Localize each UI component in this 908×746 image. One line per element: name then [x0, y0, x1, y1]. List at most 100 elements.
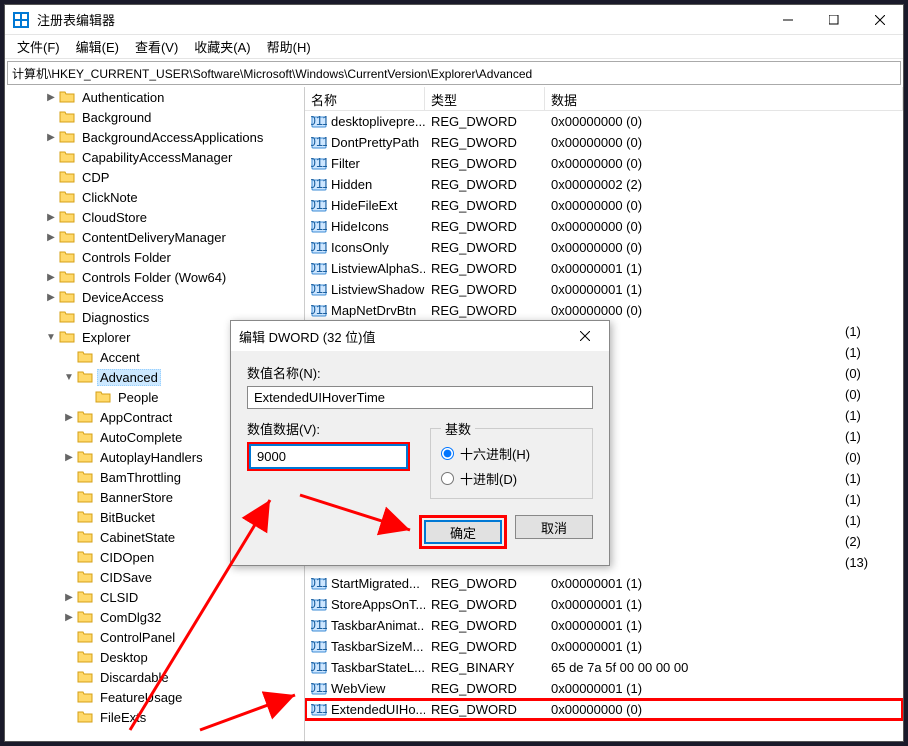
tree-expander[interactable]: [43, 149, 59, 165]
tree-item[interactable]: FileExts: [5, 707, 304, 727]
folder-icon: [77, 429, 93, 445]
tree-expander[interactable]: [43, 249, 59, 265]
dword-icon: 011: [311, 660, 327, 676]
list-row[interactable]: 011ExtendedUIHo...REG_DWORD0x00000000 (0…: [305, 699, 903, 720]
tree-item[interactable]: ▶ComDlg32: [5, 607, 304, 627]
list-row[interactable]: 011TaskbarAnimat...REG_DWORD0x00000001 (…: [305, 615, 903, 636]
tree-expander[interactable]: ▶: [43, 229, 59, 245]
tree-item[interactable]: ▶Authentication: [5, 87, 304, 107]
tree-expander[interactable]: [61, 469, 77, 485]
list-row[interactable]: 011StoreAppsOnT...REG_DWORD0x00000001 (1…: [305, 594, 903, 615]
radio-dec[interactable]: 十进制(D): [441, 469, 582, 488]
tree-item[interactable]: ▶CloudStore: [5, 207, 304, 227]
tree-expander[interactable]: [79, 389, 95, 405]
list-row[interactable]: 011HideFileExtREG_DWORD0x00000000 (0): [305, 195, 903, 216]
list-row[interactable]: 011HiddenREG_DWORD0x00000002 (2): [305, 174, 903, 195]
tree-expander[interactable]: ▶: [61, 449, 77, 465]
tree-item[interactable]: CIDSave: [5, 567, 304, 587]
menu-view[interactable]: 查看(V): [127, 35, 186, 58]
menu-edit[interactable]: 编辑(E): [68, 35, 127, 58]
tree-expander[interactable]: [61, 629, 77, 645]
list-row[interactable]: 011WebViewREG_DWORD0x00000001 (1): [305, 678, 903, 699]
tree-expander[interactable]: ▶: [43, 289, 59, 305]
tree-expander[interactable]: [61, 349, 77, 365]
menu-file[interactable]: 文件(F): [9, 35, 68, 58]
cell-name: WebView: [331, 681, 385, 696]
tree-label: AutoComplete: [97, 430, 185, 445]
list-row[interactable]: 011HideIconsREG_DWORD0x00000000 (0): [305, 216, 903, 237]
maximize-button[interactable]: [811, 5, 857, 35]
tree-item[interactable]: Desktop: [5, 647, 304, 667]
tree-expander[interactable]: [43, 109, 59, 125]
tree-item[interactable]: ▶Controls Folder (Wow64): [5, 267, 304, 287]
tree-item[interactable]: ClickNote: [5, 187, 304, 207]
tree-expander[interactable]: ▶: [61, 589, 77, 605]
list-row[interactable]: 011IconsOnlyREG_DWORD0x00000000 (0): [305, 237, 903, 258]
tree-expander[interactable]: [61, 529, 77, 545]
tree-expander[interactable]: [61, 489, 77, 505]
menu-favorites[interactable]: 收藏夹(A): [186, 35, 258, 58]
col-header-data[interactable]: 数据: [545, 87, 903, 110]
tree-expander[interactable]: ▶: [61, 409, 77, 425]
tree-expander[interactable]: [61, 429, 77, 445]
list-row[interactable]: 011DontPrettyPathREG_DWORD0x00000000 (0): [305, 132, 903, 153]
value-data-input[interactable]: [250, 445, 407, 468]
tree-expander[interactable]: [61, 669, 77, 685]
window-title: 注册表编辑器: [37, 10, 765, 29]
close-button[interactable]: [857, 5, 903, 35]
folder-icon: [77, 589, 93, 605]
tree-expander[interactable]: ▶: [61, 609, 77, 625]
tree-expander[interactable]: [43, 169, 59, 185]
tree-expander[interactable]: [61, 549, 77, 565]
list-row[interactable]: 011FilterREG_DWORD0x00000000 (0): [305, 153, 903, 174]
ok-button[interactable]: 确定: [424, 520, 502, 544]
tree-item[interactable]: FeatureUsage: [5, 687, 304, 707]
list-row[interactable]: 011StartMigrated...REG_DWORD0x00000001 (…: [305, 573, 903, 594]
tree-expander[interactable]: [61, 649, 77, 665]
tree-expander[interactable]: ▶: [43, 269, 59, 285]
tree-item[interactable]: ControlPanel: [5, 627, 304, 647]
tree-expander[interactable]: [43, 309, 59, 325]
tree-item[interactable]: CapabilityAccessManager: [5, 147, 304, 167]
tree-item[interactable]: Background: [5, 107, 304, 127]
dialog-close-button[interactable]: [569, 321, 601, 351]
tree-expander[interactable]: ▼: [43, 329, 59, 345]
list-row[interactable]: 011ListviewAlphaS...REG_DWORD0x00000001 …: [305, 258, 903, 279]
tree-expander[interactable]: [61, 709, 77, 725]
tree-item[interactable]: ▶DeviceAccess: [5, 287, 304, 307]
tree-label: AppContract: [97, 410, 175, 425]
dword-icon: 011: [311, 114, 327, 130]
list-row[interactable]: 011desktoplivepre...REG_DWORD0x00000000 …: [305, 111, 903, 132]
address-bar[interactable]: 计算机\HKEY_CURRENT_USER\Software\Microsoft…: [7, 61, 901, 85]
tree-item[interactable]: ▶ContentDeliveryManager: [5, 227, 304, 247]
tree-expander[interactable]: [61, 569, 77, 585]
cancel-button[interactable]: 取消: [515, 515, 593, 539]
list-row[interactable]: 011TaskbarStateL...REG_BINARY65 de 7a 5f…: [305, 657, 903, 678]
tree-item[interactable]: CDP: [5, 167, 304, 187]
tree-expander[interactable]: [43, 189, 59, 205]
tree-expander[interactable]: [61, 509, 77, 525]
menu-help[interactable]: 帮助(H): [259, 35, 319, 58]
cell-name: ExtendedUIHo...: [331, 702, 425, 717]
tree-expander[interactable]: ▶: [43, 89, 59, 105]
list-row[interactable]: 011ListviewShadowREG_DWORD0x00000001 (1): [305, 279, 903, 300]
tree-expander[interactable]: [61, 689, 77, 705]
list-row[interactable]: 011TaskbarSizeM...REG_DWORD0x00000001 (1…: [305, 636, 903, 657]
cell-data: 0x00000001 (1): [545, 616, 903, 635]
tree-expander[interactable]: ▼: [61, 369, 77, 385]
radio-hex[interactable]: 十六进制(H): [441, 444, 582, 463]
col-header-name[interactable]: 名称: [305, 87, 425, 110]
tree-item[interactable]: Controls Folder: [5, 247, 304, 267]
col-header-type[interactable]: 类型: [425, 87, 545, 110]
tree-expander[interactable]: ▶: [43, 129, 59, 145]
cell-type: REG_DWORD: [425, 700, 545, 719]
tree-item[interactable]: Discardable: [5, 667, 304, 687]
minimize-button[interactable]: [765, 5, 811, 35]
svg-text:011: 011: [311, 597, 327, 611]
tree-item[interactable]: ▶CLSID: [5, 587, 304, 607]
list-row[interactable]: 011MapNetDrvBtnREG_DWORD0x00000000 (0): [305, 300, 903, 321]
tree-expander[interactable]: ▶: [43, 209, 59, 225]
tree-item[interactable]: ▶BackgroundAccessApplications: [5, 127, 304, 147]
dword-icon: 011: [311, 303, 327, 319]
cell-name: TaskbarSizeM...: [331, 639, 423, 654]
